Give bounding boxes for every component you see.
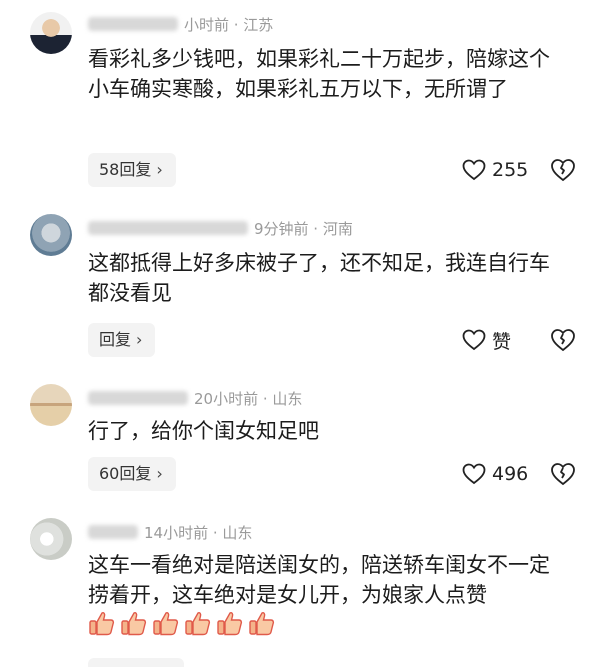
blurred-username: [88, 17, 178, 31]
reply-label: 60回复: [99, 464, 152, 483]
heart-outline-icon: [462, 159, 486, 181]
comment-time-location: 9分钟前 · 河南: [254, 220, 353, 238]
avatar[interactable]: [30, 518, 72, 560]
reply-button[interactable]: 58回复 ›: [88, 153, 176, 187]
like-button[interactable]: 496: [462, 457, 528, 491]
blurred-username: [88, 221, 248, 235]
like-button[interactable]: 255: [462, 153, 528, 187]
next-reply-button-partial[interactable]: [88, 658, 184, 667]
broken-heart-icon[interactable]: [550, 327, 576, 353]
reply-label: 回复: [99, 330, 132, 349]
comment-time-location: 14小时前 · 山东: [144, 524, 253, 542]
avatar[interactable]: [30, 12, 72, 54]
comment-meta: 14小时前 · 山东: [88, 522, 252, 543]
chevron-right-icon: ›: [136, 330, 143, 349]
thumbs-up-emoji-icon: [88, 610, 280, 636]
comment-meta: 9分钟前 · 河南: [88, 218, 353, 239]
heart-outline-icon: [462, 463, 486, 485]
comment-text: 看彩礼多少钱吧，如果彩礼二十万起步，陪嫁这个小车确实寒酸，如果彩礼五万以下，无所…: [88, 47, 550, 101]
comment-meta: 20小时前 · 山东: [88, 388, 302, 409]
blurred-username: [88, 525, 138, 539]
reply-button[interactable]: 60回复 ›: [88, 457, 176, 491]
broken-heart-icon[interactable]: [550, 461, 576, 487]
broken-heart-icon[interactable]: [550, 157, 576, 183]
comment-text: 这都抵得上好多床被子了，还不知足，我连自行车都没看见: [88, 251, 550, 305]
avatar[interactable]: [30, 384, 72, 426]
heart-outline-icon: [462, 329, 486, 351]
like-count: 496: [492, 463, 529, 485]
chevron-right-icon: ›: [156, 160, 163, 179]
reply-button[interactable]: 回复 ›: [88, 323, 156, 357]
avatar[interactable]: [30, 214, 72, 256]
comment-meta: 小时前 · 江苏: [88, 14, 273, 35]
like-button[interactable]: 赞: [462, 323, 511, 357]
comment-text: 这车一看绝对是陪送闺女的，陪送轿车闺女不一定捞着开，这车绝对是女儿开，为娘家人点…: [88, 550, 568, 640]
blurred-username: [88, 391, 188, 405]
comment-text-body: 这车一看绝对是陪送闺女的，陪送轿车闺女不一定捞着开，这车绝对是女儿开，为娘家人点…: [88, 553, 550, 607]
comment-time-location: 20小时前 · 山东: [194, 390, 303, 408]
chevron-right-icon: ›: [156, 464, 163, 483]
comment-time-location: 小时前 · 江苏: [184, 16, 274, 34]
like-count: 255: [492, 159, 529, 181]
like-count: 赞: [492, 330, 512, 353]
comment-text: 行了，给你个闺女知足吧: [88, 419, 319, 443]
reply-label: 58回复: [99, 160, 152, 179]
